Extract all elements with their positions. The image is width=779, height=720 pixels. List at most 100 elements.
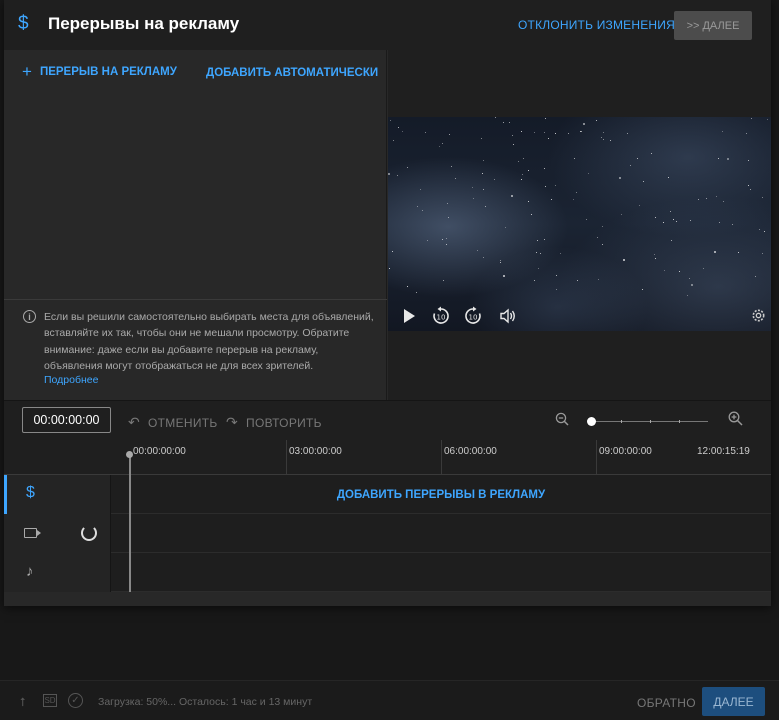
- star: [446, 238, 447, 239]
- star: [596, 120, 597, 121]
- ruler-label: 06:00:00:00: [444, 446, 497, 457]
- star: [581, 131, 582, 132]
- star: [521, 131, 522, 132]
- star: [555, 133, 556, 134]
- add-ad-break-label: ПЕРЕРЫВ НА РЕКЛАМУ: [39, 66, 177, 78]
- star: [637, 158, 638, 159]
- star: [500, 260, 501, 261]
- star: [703, 268, 704, 269]
- star: [528, 170, 529, 171]
- zoom-slider-handle[interactable]: [587, 417, 596, 426]
- playhead[interactable]: [129, 455, 131, 592]
- music-note-icon: ♪: [26, 563, 34, 580]
- star: [521, 179, 522, 180]
- star: [485, 206, 486, 207]
- star: [538, 268, 539, 269]
- star: [393, 140, 394, 141]
- star: [443, 280, 444, 281]
- add-ad-break-button[interactable]: + ПЕРЕРЫВ НА РЕКЛАМУ: [22, 62, 177, 81]
- ruler-label: 12:00:15:19: [697, 446, 750, 457]
- star: [580, 131, 581, 132]
- star: [630, 165, 631, 166]
- zoom-out-icon[interactable]: [555, 412, 569, 426]
- playhead-handle[interactable]: [126, 451, 133, 458]
- star: [448, 217, 449, 218]
- star: [522, 174, 523, 175]
- redo-icon: ↷: [226, 414, 239, 430]
- timecode-field[interactable]: 00:00:00:00: [22, 407, 111, 433]
- star: [764, 231, 765, 232]
- star: [746, 133, 747, 134]
- add-ad-breaks-button[interactable]: ДОБАВИТЬ ПЕРЕРЫВЫ В РЕКЛАМУ: [111, 475, 771, 514]
- video-preview[interactable]: 10 10: [388, 117, 771, 331]
- star: [477, 250, 478, 251]
- star: [602, 244, 603, 245]
- star: [417, 206, 418, 207]
- zoom-slider[interactable]: [587, 417, 708, 426]
- star: [651, 153, 652, 154]
- star: [560, 253, 561, 254]
- star: [654, 254, 655, 255]
- star: [671, 240, 672, 241]
- undo-button[interactable]: ↶ ОТМЕНИТЬ: [128, 414, 218, 431]
- star: [663, 222, 664, 223]
- star: [483, 257, 484, 258]
- star: [439, 146, 440, 147]
- star: [556, 275, 557, 276]
- star: [755, 276, 756, 277]
- add-automatically-button[interactable]: ДОБАВИТЬ АВТОМАТИЧЕСКИ: [206, 67, 378, 79]
- star: [482, 173, 483, 174]
- star: [691, 284, 693, 286]
- star: [397, 175, 398, 176]
- star: [500, 262, 501, 263]
- star: [698, 199, 699, 200]
- next-footer-button[interactable]: ДАЛЕЕ: [702, 687, 765, 716]
- svg-text:10: 10: [469, 314, 478, 322]
- info-notice: i Если вы решили самостоятельно выбирать…: [4, 299, 387, 400]
- star: [392, 251, 393, 252]
- play-icon[interactable]: [402, 308, 416, 324]
- redo-button[interactable]: ↷ ПОВТОРИТЬ: [226, 414, 322, 431]
- back-button[interactable]: ОБРАТНО: [637, 696, 696, 710]
- undo-label: ОТМЕНИТЬ: [148, 415, 218, 430]
- star: [555, 185, 556, 186]
- volume-icon[interactable]: [499, 307, 517, 325]
- star: [503, 122, 504, 123]
- star: [586, 219, 587, 220]
- next-button[interactable]: >> ДАЛЕЕ: [674, 11, 752, 40]
- rewind-10-icon[interactable]: 10: [431, 306, 451, 326]
- star: [389, 268, 390, 269]
- star: [503, 275, 505, 277]
- star: [494, 179, 495, 180]
- star: [603, 132, 604, 133]
- star: [588, 173, 589, 174]
- star: [427, 240, 428, 241]
- star: [531, 214, 532, 215]
- ruler-divider: [596, 440, 597, 474]
- star: [655, 258, 656, 259]
- star: [568, 133, 569, 134]
- discard-changes-button[interactable]: ОТКЛОНИТЬ ИЗМЕНЕНИЯ: [518, 18, 675, 32]
- audio-track: ♪: [4, 553, 771, 592]
- star: [577, 280, 578, 281]
- ruler-label: 09:00:00:00: [599, 446, 652, 457]
- star: [528, 201, 529, 202]
- upload-footer: ⭡ SD ✓ Загрузка: 50%... Осталось: 1 час …: [0, 680, 779, 720]
- settings-gear-icon[interactable]: [751, 308, 766, 323]
- audio-track-header: ♪: [4, 553, 111, 592]
- star: [574, 158, 575, 159]
- plus-icon: +: [22, 62, 32, 81]
- star: [690, 220, 691, 221]
- learn-more-link[interactable]: Подробнее: [44, 374, 98, 386]
- video-camera-icon: [24, 528, 41, 538]
- star: [751, 118, 752, 119]
- ruler-label: 00:00:00:00: [133, 446, 186, 457]
- timeline-toolbar: 00:00:00:00 ↶ ОТМЕНИТЬ ↷ ПОВТОРИТЬ: [4, 400, 771, 440]
- star: [767, 119, 768, 120]
- forward-10-icon[interactable]: 10: [463, 306, 483, 326]
- star: [619, 177, 621, 179]
- star: [583, 123, 585, 125]
- zoom-in-icon[interactable]: [728, 411, 743, 426]
- upload-status-text: Загрузка: 50%... Осталось: 1 час и 13 ми…: [98, 696, 313, 708]
- dollar-icon: $: [26, 484, 35, 501]
